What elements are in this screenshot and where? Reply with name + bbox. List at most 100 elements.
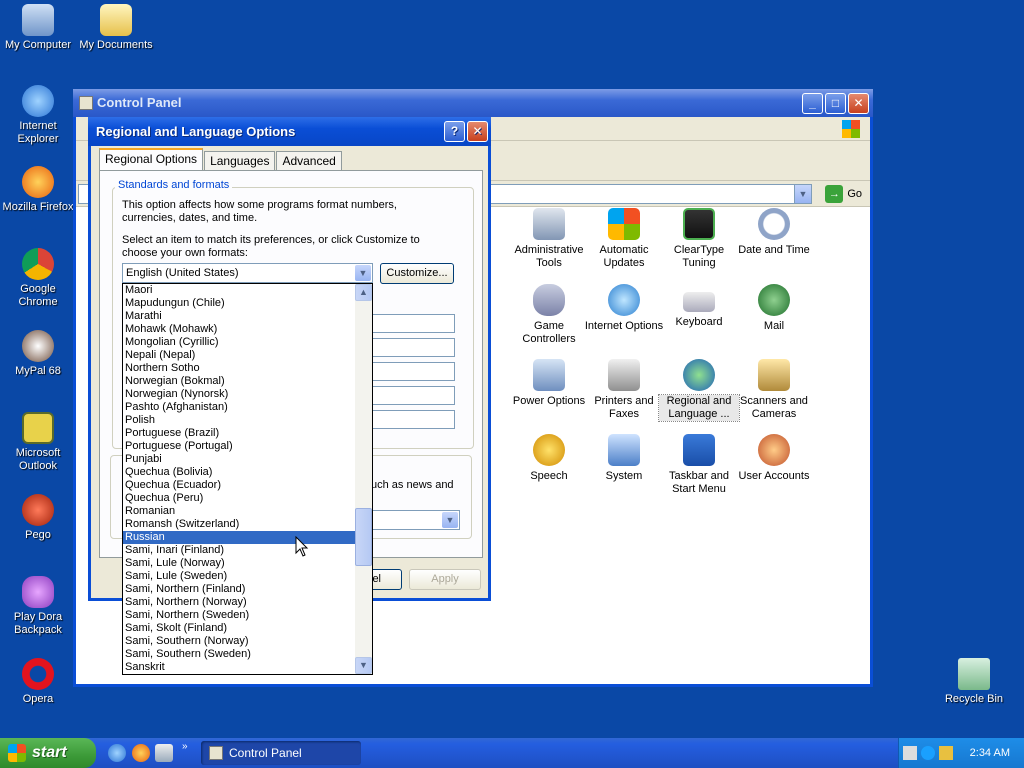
cp-item-internet-options[interactable]: Internet Options <box>584 284 664 333</box>
dropdown-item[interactable]: Romansh (Switzerland) <box>123 518 355 531</box>
cp-item-user-accounts[interactable]: User Accounts <box>734 434 814 483</box>
cp-item-taskbar-start-menu[interactable]: Taskbar and Start Menu <box>659 434 739 496</box>
dropdown-item[interactable]: Punjabi <box>123 453 355 466</box>
tab-advanced[interactable]: Advanced <box>276 151 342 170</box>
start-button[interactable]: start <box>0 738 96 768</box>
dropdown-item[interactable]: Sami, Lule (Norway) <box>123 557 355 570</box>
desktop-icon-recycle-bin[interactable]: Recycle Bin <box>936 658 1012 706</box>
go-button[interactable]: → Go <box>825 184 862 204</box>
maximize-button[interactable]: □ <box>825 93 846 114</box>
apply-button[interactable]: Apply <box>409 569 481 590</box>
desktop-icon-opera[interactable]: Opera <box>0 658 76 706</box>
help-button[interactable]: ? <box>444 121 465 142</box>
scroll-thumb[interactable] <box>355 508 372 566</box>
dropdown-item[interactable]: Norwegian (Bokmal) <box>123 375 355 388</box>
dropdown-item[interactable]: Mongolian (Cyrillic) <box>123 336 355 349</box>
dropdown-item[interactable]: Mohawk (Mohawk) <box>123 323 355 336</box>
cp-item-date-time[interactable]: Date and Time <box>734 208 814 257</box>
desktop-icon-mypal[interactable]: MyPal 68 <box>0 330 76 378</box>
control-panel-title-bar[interactable]: Control Panel _ □ ✕ <box>73 89 873 117</box>
cp-item-keyboard[interactable]: Keyboard <box>659 284 739 329</box>
administrative-tools-icon <box>533 208 565 240</box>
cp-item-automatic-updates[interactable]: Automatic Updates <box>584 208 664 270</box>
dropdown-item[interactable]: Portuguese (Brazil) <box>123 427 355 440</box>
cp-item-system[interactable]: System <box>584 434 664 483</box>
cp-item-label: Mail <box>763 320 785 332</box>
dropdown-item[interactable]: Polish <box>123 414 355 427</box>
dropdown-item[interactable]: Sami, Northern (Finland) <box>123 583 355 596</box>
dropdown-item[interactable]: Sanskrit <box>123 661 355 674</box>
dropdown-item[interactable]: Norwegian (Nynorsk) <box>123 388 355 401</box>
dropdown-item[interactable]: Sami, Southern (Norway) <box>123 635 355 648</box>
format-select[interactable]: English (United States) ▼ <box>122 263 373 283</box>
desktop-icon-my-documents[interactable]: My Documents <box>78 4 154 52</box>
cp-item-mail[interactable]: Mail <box>734 284 814 333</box>
dropdown-item[interactable]: Sami, Lule (Sweden) <box>123 570 355 583</box>
cp-item-label: Keyboard <box>675 316 723 328</box>
dropdown-item[interactable]: Sami, Northern (Norway) <box>123 596 355 609</box>
dropdown-item[interactable]: Maori <box>123 284 355 297</box>
tab-languages[interactable]: Languages <box>204 151 276 170</box>
cp-item-game-controllers[interactable]: Game Controllers <box>509 284 589 346</box>
taskbar-item-control-panel[interactable]: Control Panel <box>201 741 361 765</box>
cp-item-administrative-tools[interactable]: Administrative Tools <box>509 208 589 270</box>
desktop-icon-pego[interactable]: Pego <box>0 494 76 542</box>
cp-item-label: Game Controllers <box>522 320 576 345</box>
desktop-icon-my-computer[interactable]: My Computer <box>0 4 76 52</box>
gamepad-icon <box>533 284 565 316</box>
desktop-icon-firefox[interactable]: Mozilla Firefox <box>0 166 76 214</box>
desktop-icon-internet-explorer[interactable]: Internet Explorer <box>0 85 76 146</box>
cp-item-cleartype-tuning[interactable]: ClearType Tuning <box>659 208 739 270</box>
cp-item-power-options[interactable]: Power Options <box>509 359 589 408</box>
cp-item-regional-language[interactable]: Regional and Language ... <box>658 359 740 422</box>
scroll-down-button[interactable]: ▼ <box>355 657 372 674</box>
tab-regional-options[interactable]: Regional Options <box>99 148 204 170</box>
desktop-icon-dora[interactable]: Play Dora Backpack <box>0 576 76 637</box>
shield-icon[interactable] <box>939 746 953 760</box>
quicklaunch-expand-icon[interactable]: » <box>182 741 188 752</box>
start-label: start <box>32 744 67 761</box>
dropdown-item[interactable]: Northern Sotho <box>123 362 355 375</box>
dialog-close-button[interactable]: ✕ <box>467 121 488 142</box>
scroll-up-button[interactable]: ▲ <box>355 284 372 301</box>
dropdown-item[interactable]: Quechua (Bolivia) <box>123 466 355 479</box>
globe-icon <box>683 359 715 391</box>
dropdown-item[interactable]: Portuguese (Portugal) <box>123 440 355 453</box>
dropdown-item[interactable]: Quechua (Ecuador) <box>123 479 355 492</box>
minimize-button[interactable]: _ <box>802 93 823 114</box>
desktop-icon-chrome[interactable]: Google Chrome <box>0 248 76 309</box>
dropdown-item[interactable]: Sami, Northern (Sweden) <box>123 609 355 622</box>
format-dropdown-list[interactable]: Maori Mapudungun (Chile) Marathi Mohawk (Mo… <box>122 283 373 675</box>
cancel-label-partial: el <box>372 573 381 585</box>
dropdown-scrollbar[interactable]: ▲ ▼ <box>355 284 372 674</box>
desktop-icon-outlook[interactable]: Microsoft Outlook <box>0 412 76 473</box>
dropdown-item[interactable]: Romanian <box>123 505 355 518</box>
mypal-icon <box>22 330 54 362</box>
dropdown-item[interactable]: Sami, Inari (Finland) <box>123 544 355 557</box>
address-dropdown-button[interactable]: ▼ <box>794 184 812 204</box>
dropdown-item[interactable]: Marathi <box>123 310 355 323</box>
dropdown-item[interactable]: Sami, Southern (Sweden) <box>123 648 355 661</box>
chevron-left-icon[interactable] <box>921 746 935 760</box>
cp-item-printers-faxes[interactable]: Printers and Faxes <box>584 359 664 421</box>
quicklaunch-ie-icon[interactable] <box>108 744 126 762</box>
dropdown-item[interactable]: Sami, Skolt (Finland) <box>123 622 355 635</box>
dropdown-item[interactable]: Pashto (Afghanistan) <box>123 401 355 414</box>
keyboard-tray-icon[interactable] <box>903 746 917 760</box>
dropdown-item[interactable]: Mapudungun (Chile) <box>123 297 355 310</box>
cp-item-speech[interactable]: Speech <box>509 434 589 483</box>
sample-field <box>371 362 455 381</box>
taskbar: start » Control Panel 2:34 AM <box>0 738 1024 768</box>
chevron-down-icon[interactable]: ▼ <box>442 512 458 528</box>
close-button[interactable]: ✕ <box>848 93 869 114</box>
dialog-title-bar[interactable]: Regional and Language Options ? ✕ <box>88 117 491 146</box>
dropdown-item[interactable]: Russian <box>123 531 355 544</box>
quicklaunch-firefox-icon[interactable] <box>132 744 150 762</box>
chevron-down-icon[interactable]: ▼ <box>355 265 371 281</box>
quicklaunch-app-icon[interactable] <box>155 744 173 762</box>
location-select[interactable]: ▼ <box>371 510 460 530</box>
dropdown-item[interactable]: Nepali (Nepal) <box>123 349 355 362</box>
cp-item-scanners-cameras[interactable]: Scanners and Cameras <box>734 359 814 421</box>
dropdown-item[interactable]: Quechua (Peru) <box>123 492 355 505</box>
customize-button[interactable]: Customize... <box>380 263 454 284</box>
